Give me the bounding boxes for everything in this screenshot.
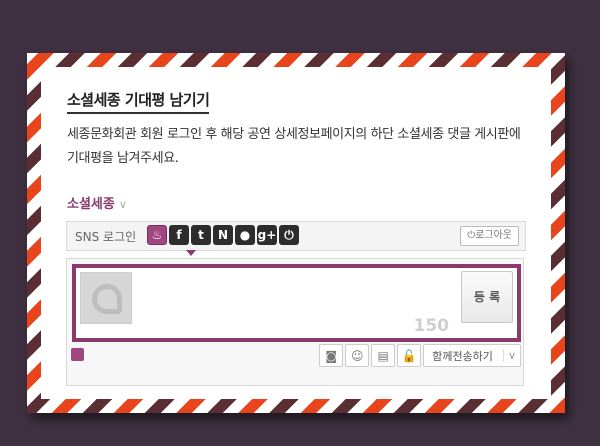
card: 소셜세종 기대평 남기기 세종문화회관 회원 로그인 후 해당 공연 상세정보페… (41, 67, 551, 399)
googleplus-icon[interactable]: g+ (257, 225, 277, 245)
comment-panel: 150 등 록 ◙ ☺ ▤ 🔓 함께전송하기 ∨ (66, 258, 524, 386)
twitter-icon[interactable]: t (191, 225, 211, 245)
sejong-small-icon (71, 348, 84, 361)
comment-toolbar: ◙ ☺ ▤ 🔓 함께전송하기 ∨ (67, 342, 523, 367)
avatar (80, 272, 132, 324)
page-title: 소셜세종 기대평 남기기 (67, 89, 210, 114)
pointer-arrow (186, 250, 196, 256)
comment-input-box[interactable]: 150 등 록 (72, 264, 521, 342)
chevron-down-icon: ∨ (118, 198, 127, 211)
chevron-down-icon: ∨ (502, 349, 516, 362)
power-icon[interactable]: ⏻ (279, 225, 299, 245)
share-label: 함께전송하기 (432, 349, 493, 363)
naver-icon[interactable]: N (213, 225, 233, 245)
tool-group: ◙ ☺ ▤ 🔓 함께전송하기 ∨ (319, 344, 521, 367)
sns-login-bar: SNS 로그인 ♨ f t N ● g+ ⏻ ⏻로그아웃 (66, 221, 526, 251)
document-icon[interactable]: ▤ (371, 344, 396, 367)
envelope-border: 소셜세종 기대평 남기기 세종문화회관 회원 로그인 후 해당 공연 상세정보페… (27, 53, 565, 413)
social-sejong-label[interactable]: 소셜세종 ∨ (67, 193, 127, 212)
camera-icon[interactable]: ◙ (319, 344, 344, 367)
char-count: 150 (413, 316, 450, 336)
sejong-icon[interactable]: ♨ (147, 225, 167, 245)
description: 세종문화회관 회원 로그인 후 해당 공연 상세정보페이지의 하단 소셜세종 댓… (67, 127, 521, 166)
share-dropdown[interactable]: 함께전송하기 ∨ (423, 344, 521, 367)
facebook-icon[interactable]: f (169, 225, 189, 245)
default-avatar-icon (92, 284, 122, 314)
lock-icon[interactable]: 🔓 (397, 344, 422, 367)
sns-login-label: SNS 로그인 (75, 230, 137, 244)
sns-icon-group: ♨ f t N ● g+ ⏻ (147, 225, 299, 245)
logout-button[interactable]: ⏻로그아웃 (460, 226, 519, 246)
section-label-text: 소셜세종 (67, 197, 115, 212)
me2day-icon[interactable]: ● (235, 225, 255, 245)
submit-button[interactable]: 등 록 (461, 271, 513, 323)
emoticon-icon[interactable]: ☺ (345, 344, 370, 367)
